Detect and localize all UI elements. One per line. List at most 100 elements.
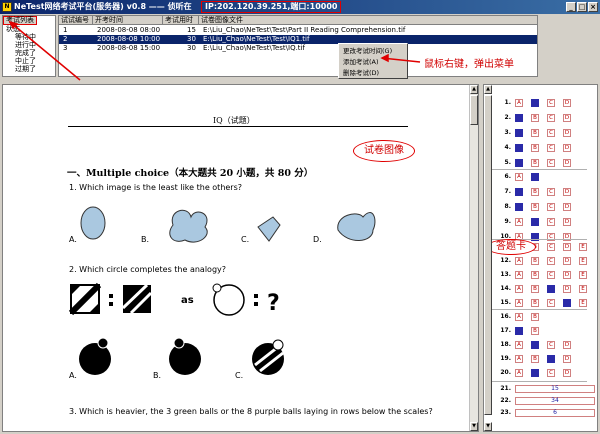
answer-bubble[interactable]: D	[563, 99, 571, 107]
answer-bubble[interactable]: C	[547, 369, 555, 377]
answer-row-number: 15.	[500, 299, 511, 306]
paper-title: IQ（试题）	[213, 116, 255, 125]
annotation-answer-card: 答题卡	[486, 239, 536, 255]
answer-fill-box[interactable]: 15	[515, 385, 595, 393]
answer-bubble[interactable]: A	[515, 299, 523, 307]
answer-bubble[interactable]: D	[563, 114, 571, 122]
answer-bubble[interactable]: D	[563, 355, 571, 363]
answer-bubble[interactable]	[563, 299, 571, 307]
answer-bubble[interactable]: A	[515, 369, 523, 377]
q2-options	[79, 337, 284, 375]
answer-fill-box[interactable]: 34	[515, 397, 595, 405]
answer-bubble[interactable]	[515, 203, 523, 211]
answer-bubble[interactable]: C	[547, 114, 555, 122]
answer-bubble[interactable]: D	[563, 188, 571, 196]
group-divider	[492, 309, 587, 310]
answer-bubble[interactable]: A	[515, 271, 523, 279]
answer-bubble[interactable]	[515, 188, 523, 196]
answer-bubble[interactable]: B	[531, 299, 539, 307]
answer-bubble[interactable]: C	[547, 144, 555, 152]
answer-bubble[interactable]	[547, 355, 555, 363]
paper-scrollbar[interactable]: ▲ ▼	[469, 85, 478, 431]
answer-bubble[interactable]	[531, 369, 539, 377]
group-divider	[492, 381, 587, 382]
question-3: 3. Which is heavier, the 3 green balls o…	[69, 407, 433, 416]
answer-card[interactable]: 1. A C D 2. B C D 3. B C D 4. B C D 5. B C D 6. A 7. B C D 8. B C D 9.…	[483, 84, 598, 432]
answer-row-number: 21.	[500, 385, 511, 392]
answer-bubble[interactable]: C	[547, 203, 555, 211]
answer-bubble[interactable]: A	[515, 355, 523, 363]
answer-bubble[interactable]: B	[531, 188, 539, 196]
scroll-thumb[interactable]	[470, 95, 478, 125]
answer-bubble[interactable]: D	[563, 369, 571, 377]
section-title: 一、Multiple choice（本大题共 20 小题，共 80 分）	[67, 168, 314, 179]
answer-bubble[interactable]: B	[531, 114, 539, 122]
answer-bubble[interactable]: B	[531, 313, 539, 321]
scroll-down-icon[interactable]: ▼	[470, 422, 478, 431]
answer-bubble[interactable]: C	[547, 243, 555, 251]
scroll-down-icon[interactable]: ▼	[484, 422, 492, 431]
answer-bubble[interactable]: B	[531, 129, 539, 137]
answer-bubble[interactable]: A	[515, 99, 523, 107]
answer-bubble[interactable]: A	[515, 173, 523, 181]
answer-bubble[interactable]: D	[563, 271, 571, 279]
answer-bubble[interactable]	[515, 114, 523, 122]
answer-bubble[interactable]: D	[563, 218, 571, 226]
answer-bubble[interactable]: A	[515, 257, 523, 265]
answer-row-number: 9.	[504, 218, 511, 225]
answer-bubble[interactable]	[547, 285, 555, 293]
answer-bubble[interactable]: D	[563, 341, 571, 349]
answer-bubble[interactable]: B	[531, 144, 539, 152]
answer-bubble[interactable]: C	[547, 159, 555, 167]
answer-bubble[interactable]: A	[515, 218, 523, 226]
exam-paper-view[interactable]: IQ（试题） 试卷图像 一、Multiple choice（本大题共 20 小题…	[2, 84, 479, 432]
answer-bubble[interactable]: D	[563, 243, 571, 251]
answer-bubble[interactable]	[515, 327, 523, 335]
answer-bubble[interactable]: C	[547, 188, 555, 196]
answer-bubble[interactable]	[531, 173, 539, 181]
scroll-up-icon[interactable]: ▲	[470, 85, 478, 94]
answer-bubble[interactable]: B	[531, 257, 539, 265]
scroll-up-icon[interactable]: ▲	[484, 85, 492, 94]
answer-bubble[interactable]: A	[515, 341, 523, 349]
answer-bubble[interactable]: C	[547, 99, 555, 107]
answer-bubble[interactable]: E	[579, 243, 587, 251]
answer-bubble[interactable]: C	[547, 271, 555, 279]
answer-bubble[interactable]: D	[563, 285, 571, 293]
answer-bubble[interactable]: E	[579, 299, 587, 307]
answer-bubble[interactable]: D	[563, 257, 571, 265]
answer-bubble[interactable]	[531, 218, 539, 226]
scroll-thumb[interactable]	[484, 95, 492, 415]
answer-bubble[interactable]: C	[547, 129, 555, 137]
answer-bubble[interactable]: A	[515, 313, 523, 321]
answer-bubble[interactable]	[515, 144, 523, 152]
answer-bubble[interactable]: E	[579, 271, 587, 279]
answer-bubble[interactable]: E	[579, 257, 587, 265]
answer-row-number: 18.	[500, 341, 511, 348]
answer-bubble[interactable]	[531, 341, 539, 349]
answer-bubble[interactable]	[515, 129, 523, 137]
answer-bubble[interactable]	[531, 99, 539, 107]
answer-bubble[interactable]: D	[563, 144, 571, 152]
answer-bubble[interactable]: B	[531, 203, 539, 211]
answer-bubble[interactable]: C	[547, 218, 555, 226]
answer-row-number: 5.	[504, 159, 511, 166]
answer-row-number: 8.	[504, 203, 511, 210]
answer-bubble[interactable]: B	[531, 355, 539, 363]
answer-bubble[interactable]: D	[563, 129, 571, 137]
answer-fill-box[interactable]: 6	[515, 409, 595, 417]
question-1: 1. Which image is the least like the oth…	[69, 183, 243, 192]
answer-bubble[interactable]: B	[531, 271, 539, 279]
answer-bubble[interactable]: A	[515, 285, 523, 293]
answer-bubble[interactable]: D	[563, 159, 571, 167]
answer-bubble[interactable]: B	[531, 159, 539, 167]
answer-bubble[interactable]: C	[547, 257, 555, 265]
answer-bubble[interactable]: B	[531, 285, 539, 293]
answer-bubble[interactable]: E	[579, 285, 587, 293]
answer-bubble[interactable]	[515, 159, 523, 167]
answer-bubble[interactable]: B	[531, 327, 539, 335]
answer-bubble[interactable]: D	[563, 203, 571, 211]
answer-bubble[interactable]: C	[547, 341, 555, 349]
answer-bubble[interactable]: C	[547, 299, 555, 307]
answer-row-number: 2.	[504, 114, 511, 121]
